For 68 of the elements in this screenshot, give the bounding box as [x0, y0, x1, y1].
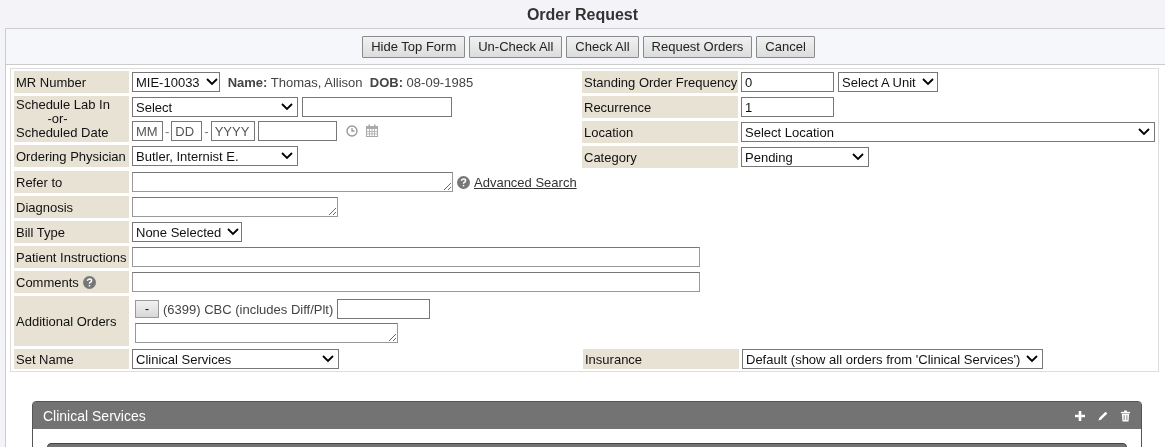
dropdown[interactable]: MIE-10033: [132, 72, 220, 92]
date-separator: -: [204, 123, 209, 139]
toolbar-button[interactable]: Un-Check All: [469, 35, 563, 58]
day-field[interactable]: DD: [171, 121, 203, 141]
input-field[interactable]: [302, 97, 452, 117]
field-label: Insurance: [583, 349, 739, 369]
year-field[interactable]: YYYY: [210, 121, 255, 141]
clock-icon[interactable]: [345, 125, 358, 137]
field-label: Scheduled Date: [16, 126, 109, 140]
remove-button[interactable]: -: [135, 300, 159, 318]
field-label: Refer to: [14, 171, 129, 193]
toolbar-button[interactable]: Check All: [566, 35, 639, 58]
calendar-icon[interactable]: [364, 124, 379, 138]
field-label: Bill Type: [14, 221, 129, 243]
plus-icon[interactable]: [1074, 409, 1086, 422]
toolbar-button[interactable]: Hide Top Form: [362, 35, 466, 58]
field-label: Schedule Lab In: [16, 98, 110, 112]
month-field[interactable]: MM: [132, 121, 163, 141]
chevron-icon: [852, 153, 864, 161]
chevron-icon: [205, 78, 218, 86]
field-label: Recurrence: [582, 96, 738, 118]
pencil-icon[interactable]: [1097, 409, 1109, 422]
field-label: Diagnosis: [14, 196, 129, 218]
chevron-icon: [281, 152, 293, 160]
toolbar-button[interactable]: Request Orders: [642, 35, 753, 58]
field-label: Patient Instructions: [14, 246, 129, 268]
field-label: Set Name: [14, 349, 129, 369]
dropdown[interactable]: Clinical Services: [132, 349, 339, 369]
chevron-icon: [921, 78, 934, 86]
field-label: Ordering Physician: [14, 145, 129, 167]
chevron-icon: [1026, 355, 1039, 363]
patient-info: Name: Thomas, Allison DOB: 08-09-1985: [226, 74, 474, 90]
field-label: Category: [582, 146, 738, 168]
advanced-search-link[interactable]: Advanced Search: [474, 174, 577, 190]
refer-field[interactable]: [132, 172, 453, 192]
field-label: Comments: [16, 274, 79, 290]
dropdown[interactable]: Select A Unit: [838, 72, 938, 92]
dropdown[interactable]: Pending: [741, 147, 869, 167]
help-icon[interactable]: [82, 275, 96, 289]
dropdown[interactable]: Select: [132, 97, 298, 117]
field-label: Additional Orders: [14, 296, 129, 346]
dropdown[interactable]: Default (show all orders from 'Clinical Services'): [742, 349, 1043, 369]
chevron-icon: [281, 103, 293, 111]
recurrence-field[interactable]: 1: [741, 97, 834, 117]
field-label: Standing Order Frequency: [582, 71, 738, 93]
toolbar-button[interactable]: Cancel: [756, 35, 815, 58]
trash-icon[interactable]: [1120, 409, 1131, 422]
diagnosis-field[interactable]: [132, 197, 338, 217]
chevron-icon: [1138, 128, 1150, 136]
field-label: Location: [582, 121, 738, 143]
order-field[interactable]: [337, 299, 431, 319]
order-notes-field[interactable]: [135, 323, 398, 343]
chevron-icon: [227, 228, 240, 236]
dialog-title: Order Request: [526, 4, 639, 24]
frequency-field[interactable]: 0: [741, 72, 834, 92]
dropdown[interactable]: Select Location: [741, 122, 1155, 142]
field-label: -or-: [47, 112, 68, 126]
dropdown[interactable]: Butler, Internist E.: [132, 146, 298, 166]
order-name: (6399) CBC (includes Diff/Plt): [163, 301, 334, 317]
date-separator: -: [165, 123, 170, 139]
dropdown[interactable]: None Selected: [132, 222, 242, 242]
comments-field[interactable]: [132, 272, 700, 292]
panel-title: Clinical Services: [43, 407, 146, 424]
field-label: MR Number: [14, 71, 129, 93]
help-icon[interactable]: [457, 175, 470, 189]
chevron-icon: [322, 355, 334, 363]
time-field[interactable]: [257, 121, 337, 141]
instructions-field[interactable]: [132, 247, 700, 267]
